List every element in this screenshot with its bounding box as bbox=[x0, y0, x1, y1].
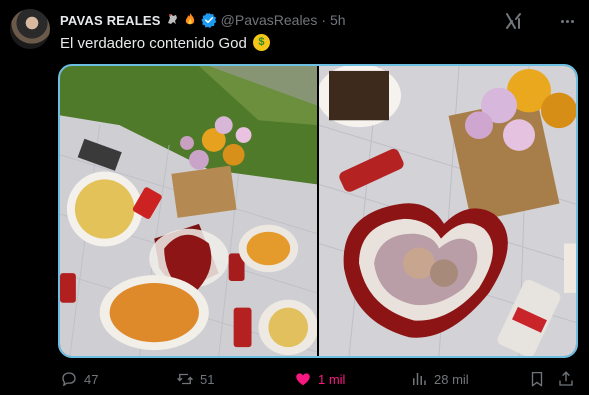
media-grid[interactable] bbox=[58, 64, 578, 358]
share-icon[interactable] bbox=[557, 370, 575, 388]
media-photo-2[interactable] bbox=[319, 66, 576, 356]
grok-icon[interactable] bbox=[503, 10, 525, 32]
display-name[interactable]: PAVAS REALES bbox=[60, 13, 161, 28]
avatar[interactable] bbox=[10, 9, 50, 49]
picnic-overview-image bbox=[60, 66, 317, 356]
tweet-text: El verdadero contenido God bbox=[60, 34, 270, 52]
money-mouth-face-emoji-icon bbox=[252, 34, 270, 51]
separator-dot: · bbox=[321, 12, 327, 28]
like-count: 1 mil bbox=[318, 371, 346, 387]
handle[interactable]: @PavasReales bbox=[221, 12, 318, 28]
views-button[interactable]: 28 mil bbox=[410, 366, 469, 392]
views-chart-icon bbox=[413, 373, 426, 385]
action-bar: 47 51 1 mil 28 mil bbox=[0, 366, 589, 392]
timestamp[interactable]: 5h bbox=[330, 12, 346, 28]
heart-icon bbox=[296, 373, 310, 386]
bookmark-icon[interactable] bbox=[528, 370, 546, 388]
media-photo-1[interactable] bbox=[60, 66, 319, 356]
like-button[interactable]: 1 mil bbox=[294, 366, 345, 392]
repost-count: 51 bbox=[200, 371, 215, 387]
reply-icon bbox=[62, 372, 76, 387]
reply-count: 47 bbox=[84, 371, 99, 387]
reply-button[interactable]: 47 bbox=[60, 366, 98, 392]
rooster-emoji-icon bbox=[165, 12, 179, 28]
tweet-text-content: El verdadero contenido God bbox=[60, 35, 247, 52]
tweet[interactable]: PAVAS REALES @PavasReales · 5h El verdad… bbox=[0, 0, 589, 395]
verified-badge-icon bbox=[201, 12, 216, 28]
heart-cake-image bbox=[319, 66, 576, 356]
views-count: 28 mil bbox=[434, 371, 469, 387]
more-options-icon[interactable] bbox=[556, 10, 578, 32]
repost-icon bbox=[177, 373, 193, 385]
repost-button[interactable]: 51 bbox=[176, 366, 214, 392]
tweet-header: PAVAS REALES @PavasReales · 5h bbox=[60, 10, 346, 30]
fire-emoji-icon bbox=[183, 12, 197, 28]
